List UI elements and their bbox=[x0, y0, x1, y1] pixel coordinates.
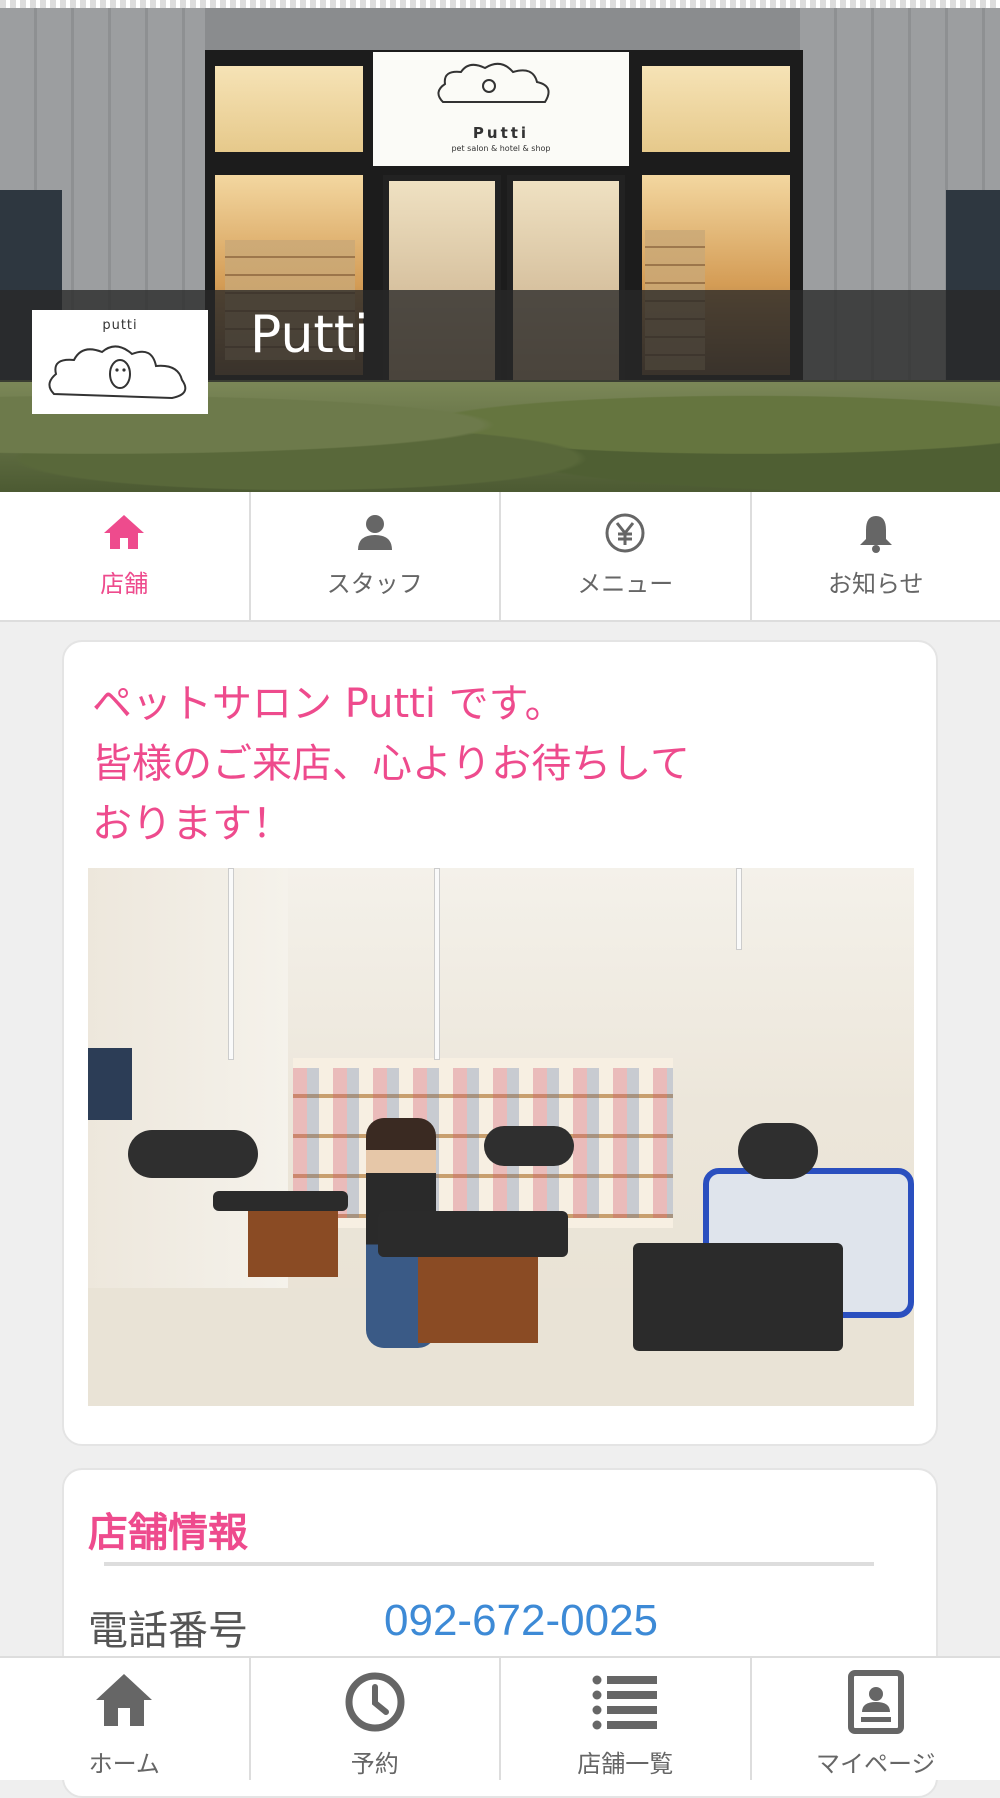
bottom-nav-store-list[interactable]: 店舗一覧 bbox=[501, 1658, 752, 1780]
tab-news-label: お知らせ bbox=[752, 564, 1000, 599]
photo-table-center bbox=[378, 1211, 568, 1257]
bottom-nav: ホーム 予約 店舗一覧 マイページ bbox=[0, 1656, 1000, 1780]
photo-hose-2 bbox=[434, 868, 440, 1060]
tab-news[interactable]: お知らせ bbox=[752, 492, 1000, 620]
hero-transom-right bbox=[642, 66, 790, 152]
hero-transom-left bbox=[215, 66, 363, 152]
shop-name: Putti bbox=[250, 305, 369, 365]
storefront-sign-title: Putti bbox=[373, 124, 629, 142]
shop-tab-bar: 店舗 スタッフ メニュー お知らせ bbox=[0, 492, 1000, 622]
yen-icon bbox=[604, 512, 646, 554]
photo-hose-3 bbox=[736, 868, 742, 950]
profile-card-icon bbox=[847, 1670, 905, 1734]
phone-number-link[interactable]: 092-672-0025 bbox=[384, 1596, 658, 1646]
store-info-title: 店舗情報 bbox=[88, 1500, 248, 1558]
bottom-nav-mypage-label: マイページ bbox=[752, 1744, 1000, 1779]
photo-cabinet-left bbox=[248, 1211, 338, 1277]
photo-monitor bbox=[88, 1048, 132, 1120]
cloud-dog-logo-icon bbox=[32, 310, 208, 414]
tab-menu-label: メニュー bbox=[501, 564, 750, 599]
bottom-nav-home[interactable]: ホーム bbox=[0, 1658, 251, 1780]
tab-store[interactable]: 店舗 bbox=[0, 492, 251, 620]
storefront-sign: Putti pet salon & hotel & shop bbox=[373, 52, 629, 166]
photo-table-right bbox=[633, 1243, 843, 1351]
sign-cloud-logo-icon bbox=[373, 52, 629, 122]
photo-hose-1 bbox=[228, 868, 234, 1060]
bell-icon bbox=[855, 512, 897, 554]
list-icon bbox=[589, 1670, 661, 1734]
photo-table-left bbox=[213, 1191, 348, 1211]
photo-dryer-right bbox=[738, 1123, 818, 1179]
hero-storefront-image: Putti pet salon & hotel & shop putti Put… bbox=[0, 0, 1000, 492]
home-icon bbox=[102, 512, 146, 552]
person-icon bbox=[355, 512, 395, 552]
bottom-nav-reservation-label: 予約 bbox=[251, 1744, 500, 1779]
home-icon bbox=[92, 1670, 156, 1730]
bottom-nav-reservation[interactable]: 予約 bbox=[251, 1658, 502, 1780]
intro-message: ペットサロン Putti です。 皆様のご来店、心よりお待ちして おります！ bbox=[92, 674, 912, 854]
tab-staff[interactable]: スタッフ bbox=[251, 492, 502, 620]
photo-cabinet-center bbox=[418, 1257, 538, 1343]
photo-products bbox=[293, 1068, 673, 1218]
bottom-nav-mypage[interactable]: マイページ bbox=[752, 1658, 1000, 1780]
photo-dryer-left bbox=[128, 1130, 258, 1178]
tab-menu[interactable]: メニュー bbox=[501, 492, 752, 620]
phone-label: 電話番号 bbox=[88, 1598, 248, 1656]
bottom-nav-store-list-label: 店舗一覧 bbox=[501, 1744, 750, 1779]
bottom-nav-home-label: ホーム bbox=[0, 1744, 249, 1779]
salon-interior-photo bbox=[88, 868, 914, 1406]
shop-logo: putti bbox=[32, 310, 208, 414]
tab-store-label: 店舗 bbox=[0, 564, 249, 599]
hero-top-border bbox=[0, 0, 1000, 8]
store-info-divider bbox=[104, 1562, 874, 1566]
intro-card: ペットサロン Putti です。 皆様のご来店、心よりお待ちして おります！ bbox=[62, 640, 938, 1446]
photo-dryer-middle bbox=[484, 1126, 574, 1166]
tab-staff-label: スタッフ bbox=[251, 564, 500, 599]
storefront-sign-subtitle: pet salon & hotel & shop bbox=[373, 144, 629, 153]
clock-icon bbox=[343, 1670, 407, 1734]
